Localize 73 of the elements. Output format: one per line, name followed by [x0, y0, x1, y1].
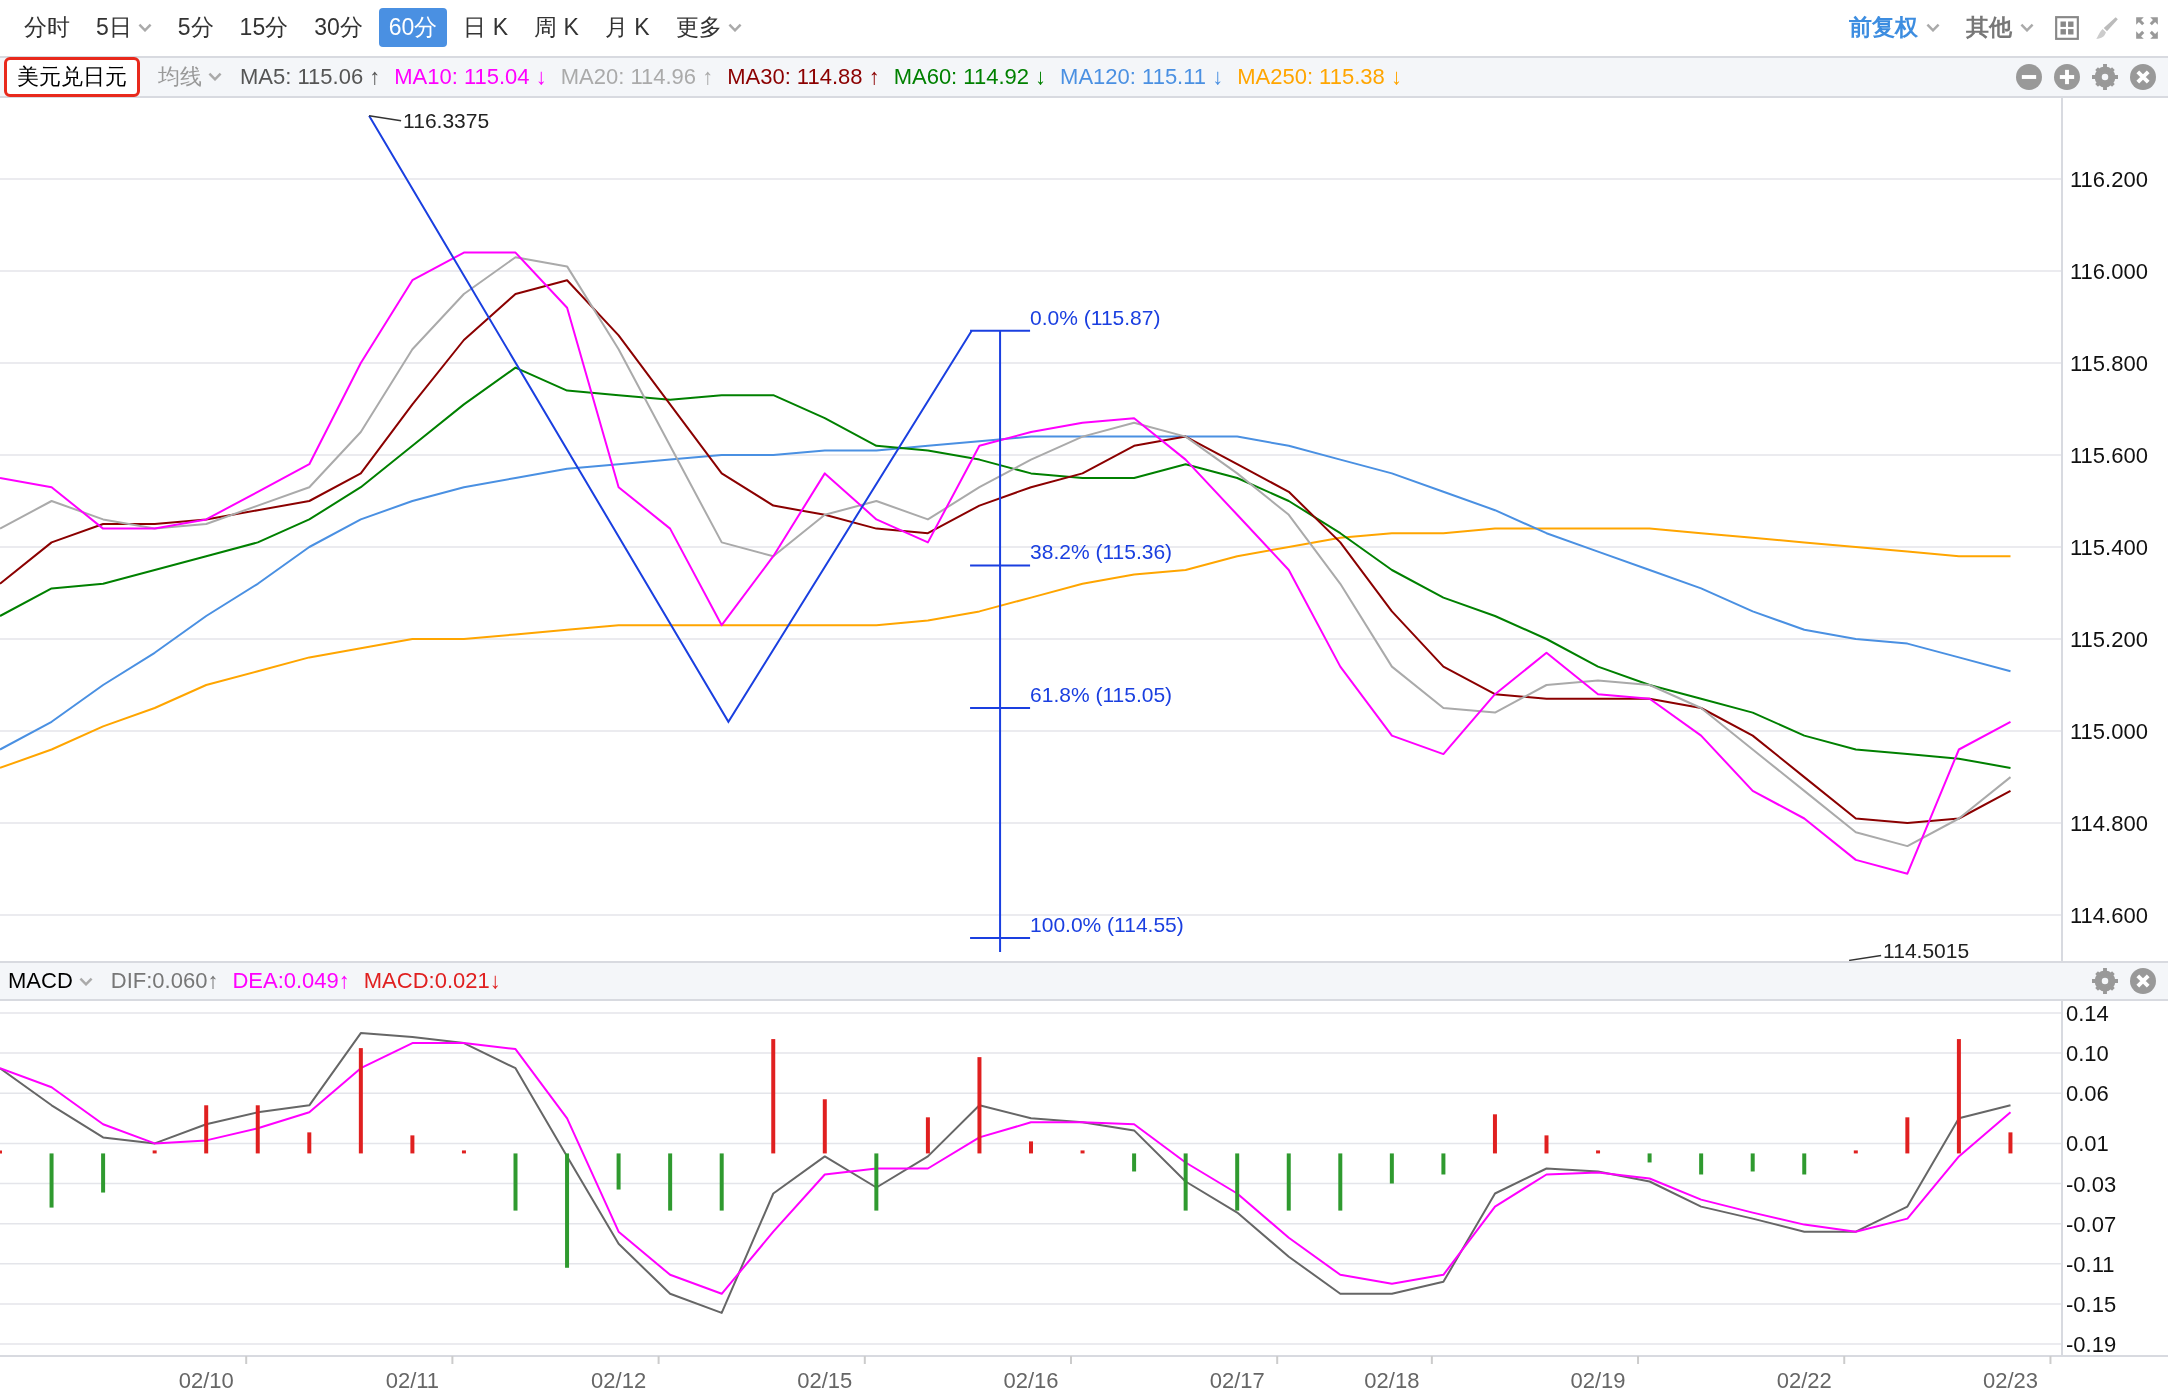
- moving-average-legend: MA5: 115.06 ↑: [240, 63, 381, 90]
- date-axis-label: 02/16: [1003, 1368, 1059, 1393]
- macd-axis-label: -0.03: [2066, 1171, 2117, 1197]
- macd-axis-label: 0.01: [2066, 1131, 2109, 1157]
- period-tab[interactable]: 日 K: [453, 8, 519, 48]
- moving-average-legend: MA120: 115.11 ↓: [1060, 63, 1224, 90]
- settings-icon[interactable]: [2092, 968, 2118, 994]
- macd-axis-label: 0.10: [2066, 1041, 2109, 1067]
- date-axis-label: 02/17: [1209, 1368, 1265, 1393]
- price-axis-label: 114.600: [2070, 903, 2148, 928]
- settings-icon[interactable]: [2092, 63, 2118, 90]
- macd-axis-label: -0.15: [2066, 1291, 2117, 1317]
- fibonacci-level-label: 0.0% (115.87): [1030, 305, 1161, 329]
- fullscreen-icon[interactable]: [2134, 14, 2160, 41]
- macd-axis-label: -0.07: [2066, 1211, 2117, 1237]
- period-tab[interactable]: 5日: [86, 8, 162, 48]
- macd-axis-label: 0.14: [2066, 1001, 2109, 1026]
- macd-axis-label: 0.06: [2066, 1081, 2109, 1107]
- caret-icon: [137, 23, 152, 33]
- fibonacci-level-label: 61.8% (115.05): [1030, 683, 1173, 706]
- macd-legend: MACD:0.021↓: [363, 968, 501, 994]
- date-axis-label: 02/10: [178, 1368, 234, 1393]
- grid-icon[interactable]: [2054, 14, 2080, 41]
- macd-legend: DIF:0.060↑: [110, 968, 219, 994]
- caret-icon: [2020, 23, 2034, 33]
- fibonacci-level-label: 100.0% (114.55): [1030, 913, 1184, 936]
- indicator-dropdown[interactable]: MACD: [4, 968, 97, 994]
- period-tab[interactable]: 分时: [14, 8, 80, 48]
- price-axis-label: 116.200: [2070, 166, 2148, 192]
- caret-icon: [1926, 23, 1940, 33]
- moving-average-legend: MA250: 115.38 ↓: [1237, 63, 1402, 90]
- leader-line: [368, 114, 402, 122]
- price-axis-label: 115.400: [2070, 534, 2148, 560]
- zoom-out-icon[interactable]: [2016, 63, 2042, 90]
- price-axis-label: 114.800: [2070, 811, 2148, 836]
- date-axis-label: 02/23: [1982, 1368, 2038, 1393]
- caret-icon: [727, 23, 742, 33]
- date-axis-label: 02/12: [591, 1368, 647, 1393]
- macd-axis-label: -0.19: [2066, 1332, 2117, 1357]
- zoom-in-icon[interactable]: [2054, 63, 2080, 90]
- period-tab[interactable]: 15分: [229, 8, 299, 48]
- price-axis-label: 115.800: [2070, 350, 2148, 376]
- brush-icon[interactable]: [2094, 14, 2120, 41]
- price-axis-label: 116.000: [2070, 258, 2148, 284]
- moving-average-legend: MA60: 114.92 ↓: [893, 63, 1047, 90]
- date-axis-label: 02/11: [385, 1368, 440, 1393]
- macd-axis-label: -0.11: [2066, 1251, 2115, 1277]
- close-icon[interactable]: [2130, 968, 2156, 994]
- leader-line: [1848, 954, 1882, 962]
- symbol-label: 美元兑日元: [4, 56, 140, 97]
- price-extreme-label: 116.3375: [403, 108, 490, 132]
- dropdown-menu[interactable]: 其他: [1960, 11, 2040, 45]
- date-axis-label: 02/18: [1364, 1368, 1420, 1393]
- period-tab[interactable]: 周 K: [524, 8, 589, 48]
- price-axis-label: 115.000: [2070, 719, 2148, 744]
- period-tab[interactable]: 月 K: [594, 8, 660, 48]
- date-axis-label: 02/15: [797, 1368, 853, 1393]
- period-tab[interactable]: 30分: [304, 8, 373, 48]
- close-icon[interactable]: [2130, 63, 2156, 90]
- period-tab[interactable]: 更多: [665, 8, 752, 48]
- fibonacci-level-label: 38.2% (115.36): [1030, 540, 1173, 564]
- caret-icon: [208, 72, 222, 82]
- macd-legend: DEA:0.049↑: [232, 968, 350, 994]
- date-axis-label: 02/22: [1776, 1368, 1832, 1393]
- caret-icon: [78, 976, 93, 986]
- date-axis-label: 02/19: [1570, 1368, 1626, 1393]
- period-tab[interactable]: 5分: [167, 8, 224, 48]
- price-extreme-label: 114.5015: [1883, 939, 1970, 962]
- moving-average-legend: MA30: 114.88 ↑: [727, 63, 880, 90]
- moving-average-legend: MA10: 115.04 ↓: [394, 63, 547, 90]
- price-axis-label: 115.200: [2070, 626, 2148, 652]
- price-axis-label: 115.600: [2070, 442, 2148, 468]
- moving-average-legend: MA20: 114.96 ↑: [560, 63, 714, 90]
